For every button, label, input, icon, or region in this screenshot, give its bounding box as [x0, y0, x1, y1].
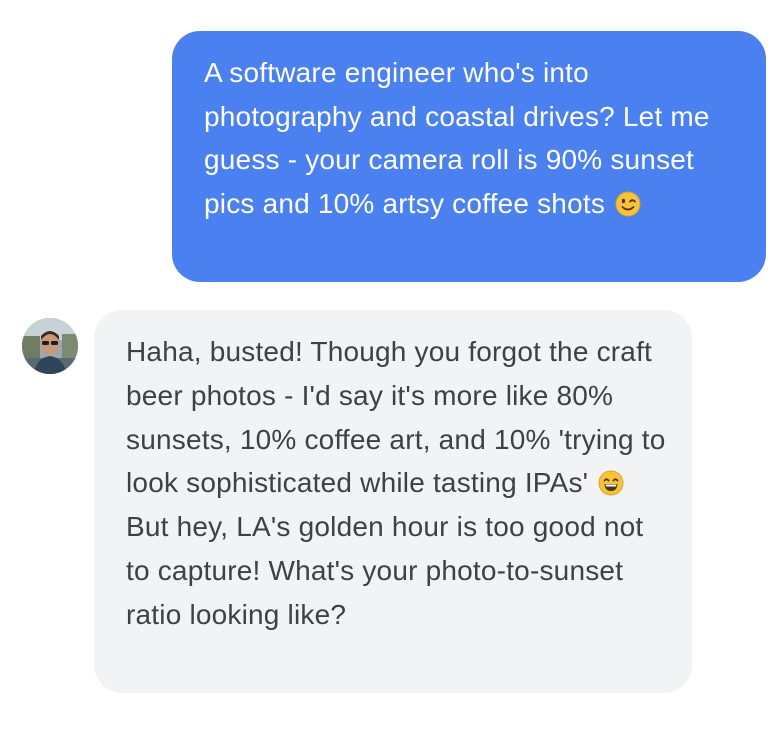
sent-message-bubble: A software engineer who's into photograp… — [172, 31, 766, 282]
avatar[interactable] — [22, 318, 78, 374]
received-message-text-part2: But hey, LA's golden hour is too good no… — [126, 511, 644, 630]
winking-face-icon — [615, 191, 641, 216]
received-message-text-part1: Haha, busted! Though you forgot the craf… — [126, 336, 666, 499]
grinning-face-icon — [598, 470, 624, 496]
received-message-bubble: Haha, busted! Though you forgot the craf… — [94, 310, 692, 693]
profile-photo-avatar-icon — [22, 318, 78, 374]
